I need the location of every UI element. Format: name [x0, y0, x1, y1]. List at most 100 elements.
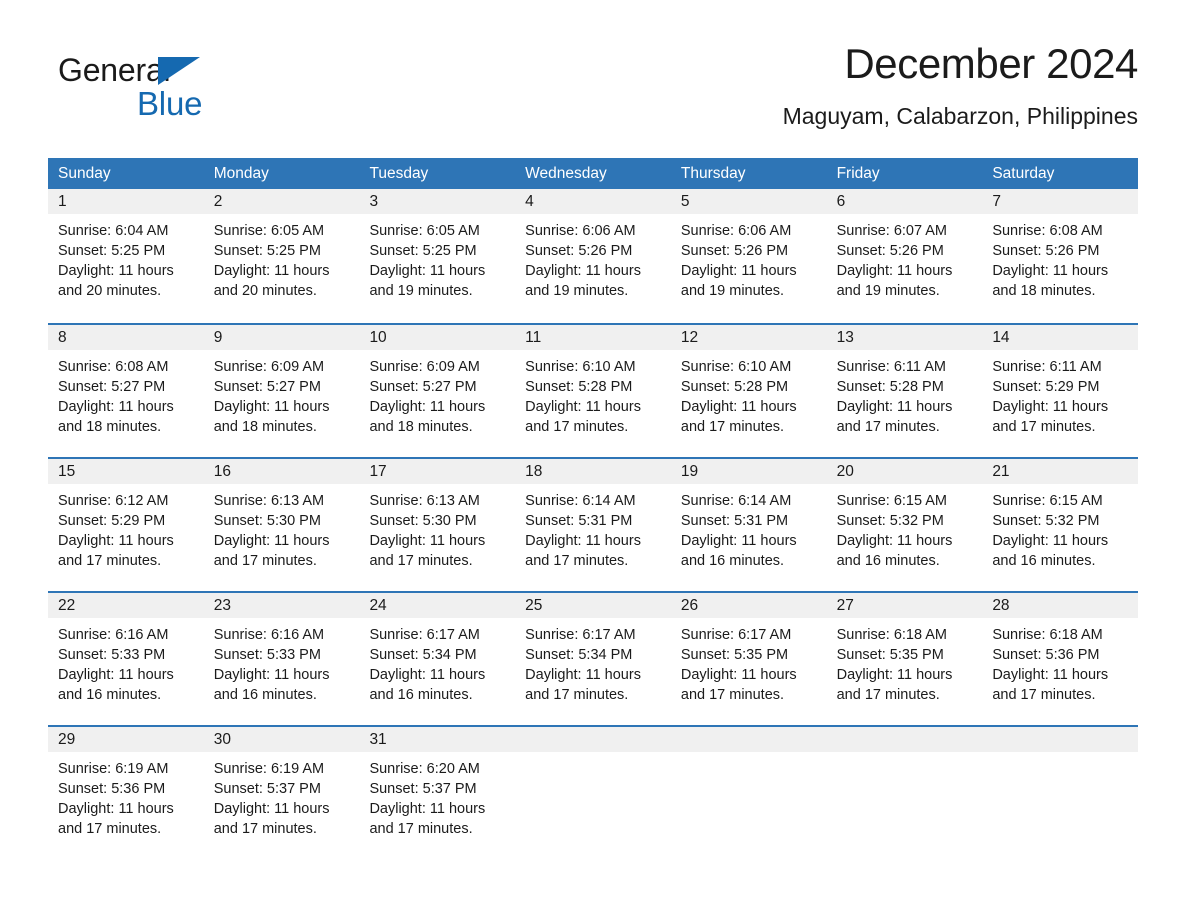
daylight-text: Daylight: 11 hours and 20 minutes. — [213, 263, 330, 299]
day-number-band: 31 — [359, 727, 516, 752]
day-number-band: 24 — [359, 593, 516, 618]
day-number: 4 — [525, 193, 534, 210]
day-cell[interactable]: 29 Sunrise: 6:19 AM Sunset: 5:36 PM Dayl… — [48, 727, 204, 855]
page-title: December 2024 — [844, 40, 1138, 87]
daylight-text: Daylight: 11 hours and 18 minutes. — [992, 263, 1109, 299]
sunset-text: Sunset: 5:26 PM — [836, 243, 944, 259]
daylight-text: Daylight: 11 hours and 19 minutes. — [680, 263, 797, 299]
day-number-band: 18 — [515, 459, 671, 484]
day-info: Sunrise: 6:15 AM Sunset: 5:32 PM Dayligh… — [982, 484, 1138, 571]
sunrise-text: Sunrise: 6:08 AM — [992, 223, 1103, 239]
day-cell[interactable]: 21 Sunrise: 6:15 AM Sunset: 5:32 PM Dayl… — [982, 459, 1139, 591]
day-cell[interactable]: 1 Sunrise: 6:04 AM Sunset: 5:25 PM Dayli… — [48, 189, 204, 323]
day-cell-empty — [670, 727, 827, 855]
daylight-text: Daylight: 11 hours and 17 minutes. — [58, 533, 174, 569]
day-cell[interactable]: 23 Sunrise: 6:16 AM Sunset: 5:33 PM Dayl… — [203, 593, 360, 725]
day-number-band — [982, 727, 1139, 752]
daylight-text: Daylight: 11 hours and 17 minutes. — [992, 667, 1109, 703]
calendar-grid: Sunday Monday Tuesday Wednesday Thursday… — [48, 158, 1139, 855]
day-number: 23 — [213, 597, 231, 614]
day-cell[interactable]: 5 Sunrise: 6:06 AM Sunset: 5:26 PM Dayli… — [670, 189, 827, 323]
weekday-header-monday: Monday — [213, 165, 269, 182]
sunrise-text: Sunrise: 6:11 AM — [836, 359, 946, 375]
day-number: 24 — [369, 597, 387, 614]
day-number: 28 — [992, 597, 1010, 614]
sunrise-text: Sunrise: 6:07 AM — [836, 223, 948, 239]
day-cell[interactable]: 16 Sunrise: 6:13 AM Sunset: 5:30 PM Dayl… — [203, 459, 360, 591]
day-cell[interactable]: 7 Sunrise: 6:08 AM Sunset: 5:26 PM Dayli… — [982, 189, 1139, 323]
sunrise-text: Sunrise: 6:17 AM — [369, 627, 480, 643]
day-number-band: 7 — [982, 189, 1139, 214]
day-cell[interactable]: 4 Sunrise: 6:06 AM Sunset: 5:26 PM Dayli… — [515, 189, 671, 323]
sunrise-text: Sunrise: 6:16 AM — [58, 627, 169, 643]
sunset-text: Sunset: 5:25 PM — [213, 243, 321, 259]
day-cell[interactable]: 11 Sunrise: 6:10 AM Sunset: 5:28 PM Dayl… — [515, 325, 671, 457]
day-cell[interactable]: 8 Sunrise: 6:08 AM Sunset: 5:27 PM Dayli… — [48, 325, 204, 457]
day-cell[interactable]: 30 Sunrise: 6:19 AM Sunset: 5:37 PM Dayl… — [203, 727, 360, 855]
day-cell[interactable]: 9 Sunrise: 6:09 AM Sunset: 5:27 PM Dayli… — [203, 325, 360, 457]
daylight-text: Daylight: 11 hours and 17 minutes. — [58, 801, 174, 837]
daylight-text: Daylight: 11 hours and 17 minutes. — [836, 399, 953, 435]
generalblue-logo: General Blue — [58, 52, 318, 130]
week-row: 29 Sunrise: 6:19 AM Sunset: 5:36 PM Dayl… — [48, 725, 1139, 855]
day-cell[interactable]: 20 Sunrise: 6:15 AM Sunset: 5:32 PM Dayl… — [826, 459, 983, 591]
day-number: 31 — [369, 731, 387, 748]
day-info: Sunrise: 6:18 AM Sunset: 5:35 PM Dayligh… — [827, 618, 983, 705]
day-info: Sunrise: 6:06 AM Sunset: 5:26 PM Dayligh… — [671, 214, 827, 301]
sunrise-text: Sunrise: 6:14 AM — [525, 493, 636, 509]
sunrise-text: Sunrise: 6:18 AM — [836, 627, 948, 643]
daylight-text: Daylight: 11 hours and 17 minutes. — [213, 801, 330, 837]
day-info: Sunrise: 6:07 AM Sunset: 5:26 PM Dayligh… — [827, 214, 983, 301]
day-info: Sunrise: 6:14 AM Sunset: 5:31 PM Dayligh… — [515, 484, 671, 571]
day-number-band: 27 — [826, 593, 983, 618]
daylight-text: Daylight: 11 hours and 17 minutes. — [525, 533, 641, 569]
day-cell-empty — [982, 727, 1139, 855]
sunrise-text: Sunrise: 6:10 AM — [680, 359, 792, 375]
sunrise-text: Sunrise: 6:10 AM — [525, 359, 636, 375]
day-cell[interactable]: 18 Sunrise: 6:14 AM Sunset: 5:31 PM Dayl… — [515, 459, 671, 591]
day-cell[interactable]: 22 Sunrise: 6:16 AM Sunset: 5:33 PM Dayl… — [48, 593, 204, 725]
day-cell[interactable]: 10 Sunrise: 6:09 AM Sunset: 5:27 PM Dayl… — [359, 325, 516, 457]
daylight-text: Daylight: 11 hours and 18 minutes. — [369, 399, 486, 435]
daylight-text: Daylight: 11 hours and 16 minutes. — [58, 667, 174, 703]
daylight-text: Daylight: 11 hours and 17 minutes. — [525, 399, 641, 435]
day-cell[interactable]: 19 Sunrise: 6:14 AM Sunset: 5:31 PM Dayl… — [670, 459, 827, 591]
day-number-band: 30 — [203, 727, 360, 752]
week-row: 15 Sunrise: 6:12 AM Sunset: 5:29 PM Dayl… — [48, 457, 1139, 591]
sunset-text: Sunset: 5:26 PM — [525, 243, 633, 259]
day-cell[interactable]: 13 Sunrise: 6:11 AM Sunset: 5:28 PM Dayl… — [826, 325, 983, 457]
weekday-header-friday: Friday — [836, 165, 880, 182]
day-cell[interactable]: 12 Sunrise: 6:10 AM Sunset: 5:28 PM Dayl… — [670, 325, 827, 457]
title-block: December 2024 Maguyam, Calabarzon, Phili… — [378, 38, 1139, 130]
day-cell[interactable]: 24 Sunrise: 6:17 AM Sunset: 5:34 PM Dayl… — [359, 593, 516, 725]
daylight-text: Daylight: 11 hours and 18 minutes. — [213, 399, 330, 435]
day-number: 11 — [525, 329, 542, 346]
day-number-band — [670, 727, 827, 752]
day-number: 21 — [992, 463, 1010, 480]
day-cell[interactable]: 17 Sunrise: 6:13 AM Sunset: 5:30 PM Dayl… — [359, 459, 516, 591]
day-cell[interactable]: 26 Sunrise: 6:17 AM Sunset: 5:35 PM Dayl… — [670, 593, 827, 725]
day-number: 29 — [58, 731, 76, 748]
day-info: Sunrise: 6:05 AM Sunset: 5:25 PM Dayligh… — [359, 214, 515, 301]
day-cell[interactable]: 31 Sunrise: 6:20 AM Sunset: 5:37 PM Dayl… — [359, 727, 516, 855]
sunrise-text: Sunrise: 6:04 AM — [58, 223, 169, 239]
sunset-text: Sunset: 5:27 PM — [369, 379, 477, 395]
day-number-band: 9 — [203, 325, 360, 350]
day-cell-empty — [515, 727, 671, 855]
sunrise-text: Sunrise: 6:18 AM — [992, 627, 1103, 643]
sunrise-text: Sunrise: 6:12 AM — [58, 493, 169, 509]
day-cell[interactable]: 25 Sunrise: 6:17 AM Sunset: 5:34 PM Dayl… — [515, 593, 671, 725]
sunset-text: Sunset: 5:26 PM — [680, 243, 789, 259]
daylight-text: Daylight: 11 hours and 17 minutes. — [992, 399, 1109, 435]
day-info: Sunrise: 6:19 AM Sunset: 5:36 PM Dayligh… — [48, 752, 204, 839]
day-number-band: 21 — [982, 459, 1139, 484]
day-cell[interactable]: 14 Sunrise: 6:11 AM Sunset: 5:29 PM Dayl… — [982, 325, 1139, 457]
day-cell[interactable]: 6 Sunrise: 6:07 AM Sunset: 5:26 PM Dayli… — [826, 189, 983, 323]
day-cell[interactable]: 27 Sunrise: 6:18 AM Sunset: 5:35 PM Dayl… — [826, 593, 983, 725]
week-row: 8 Sunrise: 6:08 AM Sunset: 5:27 PM Dayli… — [48, 323, 1139, 457]
day-cell[interactable]: 15 Sunrise: 6:12 AM Sunset: 5:29 PM Dayl… — [48, 459, 204, 591]
logo-triangle-icon — [158, 57, 200, 85]
day-cell[interactable]: 3 Sunrise: 6:05 AM Sunset: 5:25 PM Dayli… — [359, 189, 516, 323]
day-cell[interactable]: 2 Sunrise: 6:05 AM Sunset: 5:25 PM Dayli… — [203, 189, 360, 323]
day-cell[interactable]: 28 Sunrise: 6:18 AM Sunset: 5:36 PM Dayl… — [982, 593, 1139, 725]
